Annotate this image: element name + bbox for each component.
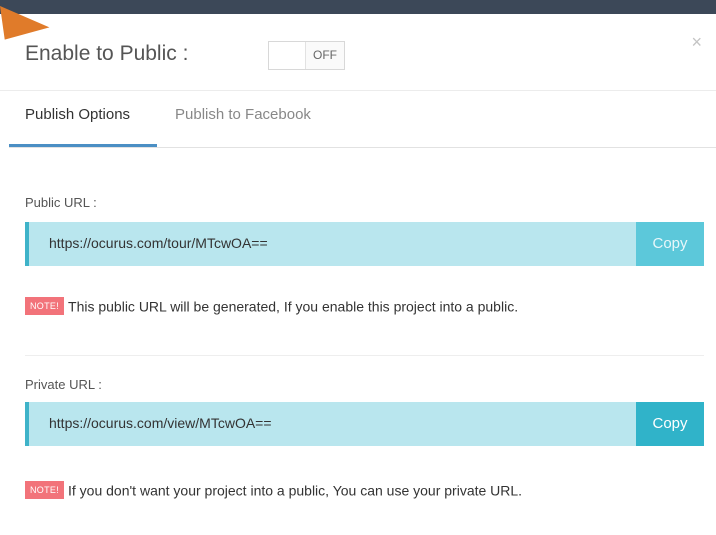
public-url-field[interactable]: https://ocurus.com/tour/MTcwOA== Copy bbox=[25, 222, 704, 266]
tab-publish-options[interactable]: Publish Options bbox=[25, 106, 130, 123]
private-url-field[interactable]: https://ocurus.com/view/MTcwOA== Copy bbox=[25, 402, 704, 446]
toggle-knob[interactable] bbox=[269, 42, 306, 69]
close-icon[interactable]: × bbox=[691, 32, 702, 53]
public-url-label: Public URL : bbox=[25, 195, 97, 210]
private-url-label: Private URL : bbox=[25, 377, 102, 392]
copy-private-url-button[interactable]: Copy bbox=[636, 402, 704, 446]
note-badge: NOTE! bbox=[25, 297, 65, 316]
note-text: This public URL will be generated, If yo… bbox=[68, 298, 519, 315]
private-url-note: NOTE! If you don't want your project into… bbox=[25, 481, 523, 500]
tab-bar: Publish Options Publish to Facebook bbox=[9, 90, 716, 148]
enable-public-title: Enable to Public : bbox=[25, 42, 189, 65]
note-text: If you don't want your project into a pu… bbox=[68, 482, 523, 499]
active-tab-indicator bbox=[9, 144, 157, 147]
section-divider bbox=[25, 355, 704, 356]
modal-header: Enable to Public : OFF × bbox=[0, 14, 716, 91]
top-bar bbox=[0, 0, 716, 14]
tab-publish-to-facebook[interactable]: Publish to Facebook bbox=[175, 106, 311, 123]
public-url-note: NOTE! This public URL will be generated, … bbox=[25, 297, 519, 316]
copy-public-url-button[interactable]: Copy bbox=[636, 222, 704, 266]
toggle-state-label: OFF bbox=[313, 48, 337, 62]
note-badge: NOTE! bbox=[25, 481, 65, 500]
private-url-value: https://ocurus.com/view/MTcwOA== bbox=[49, 415, 272, 431]
public-url-value: https://ocurus.com/tour/MTcwOA== bbox=[49, 235, 268, 251]
public-toggle[interactable]: OFF bbox=[268, 41, 345, 70]
